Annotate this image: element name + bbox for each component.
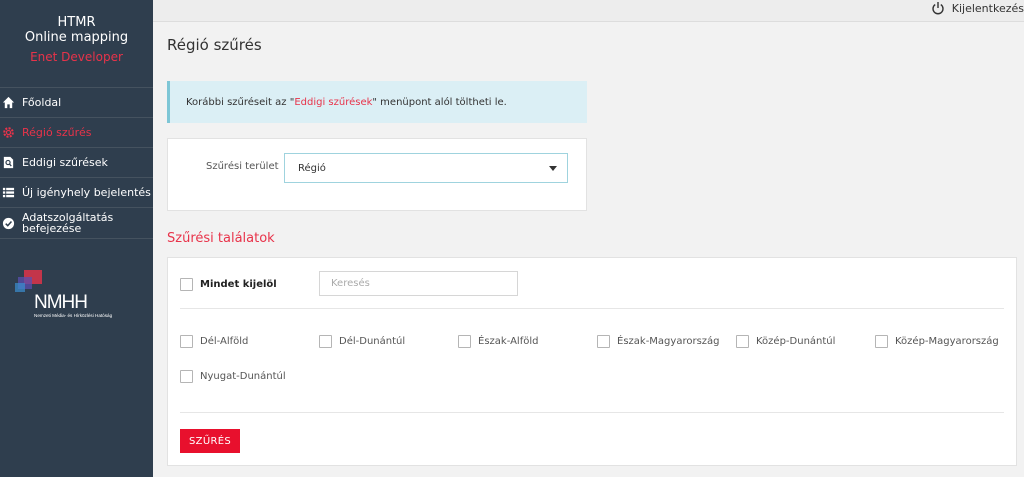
checkbox-box[interactable] xyxy=(180,278,193,291)
logo-text: NMHH xyxy=(34,292,87,313)
filter-area-panel: Szűrési terület Régió xyxy=(167,138,587,211)
page-title: Régió szűrés xyxy=(167,36,262,54)
select-all-label: Mindet kijelöl xyxy=(200,279,277,290)
sidebar-item-label: Adatszolgáltatás befejezése xyxy=(22,211,114,235)
checkbox-box[interactable] xyxy=(875,335,888,348)
region-checkbox-nyugat-dunantul[interactable]: Nyugat-Dunántúl xyxy=(180,370,286,383)
brand-line-1: HTMR xyxy=(57,15,96,30)
brand-line-2: Online mapping xyxy=(24,30,129,45)
region-label: Észak-Magyarország xyxy=(617,336,720,347)
nmhh-logo: NMHH Nemzeti Média- és Hírközlési Hatósá… xyxy=(14,268,134,324)
region-checkbox-kozep-dunantul[interactable]: Közép-Dunántúl xyxy=(736,335,835,348)
filter-area-label: Szűrési terület xyxy=(206,161,279,172)
brand-line-3: Enet Developer xyxy=(30,50,123,64)
sidebar-item-finish-data-submission[interactable]: Adatszolgáltatás befejezése xyxy=(0,208,153,239)
sidebar-item-label: Eddigi szűrések xyxy=(22,156,108,169)
region-checkbox-kozep-magyarorszag[interactable]: Közép-Magyarország xyxy=(875,335,999,348)
checkbox-box[interactable] xyxy=(736,335,749,348)
sidebar-item-label: Régió szűrés xyxy=(22,126,92,139)
divider xyxy=(180,308,1004,309)
checkbox-box[interactable] xyxy=(319,335,332,348)
logout-button[interactable]: Kijelentkezés xyxy=(931,0,1024,16)
logout-label: Kijelentkezés xyxy=(951,1,1024,15)
region-label: Dél-Alföld xyxy=(200,336,249,347)
checkbox-box[interactable] xyxy=(180,370,193,383)
sidebar-item-new-request[interactable]: Új igényhely bejelentés xyxy=(0,178,153,208)
select-all-checkbox[interactable]: Mindet kijelöl xyxy=(180,278,277,291)
region-label: Nyugat-Dunántúl xyxy=(200,371,286,382)
sidebar: HTMR Online mapping Enet Developer Főold… xyxy=(0,0,153,477)
region-checkbox-del-dunantul[interactable]: Dél-Dunántúl xyxy=(319,335,405,348)
checkbox-box[interactable] xyxy=(597,335,610,348)
results-title: Szűrési találatok xyxy=(167,231,275,246)
region-checkbox-eszak-magyarorszag[interactable]: Észak-Magyarország xyxy=(597,335,720,348)
alert-text-before: Korábbi szűréseit az " xyxy=(186,96,295,108)
region-checkbox-eszak-alfold[interactable]: Észak-Alföld xyxy=(458,335,538,348)
sidebar-item-label: Új igényhely bejelentés xyxy=(22,186,151,199)
sidebar-item-region-filter[interactable]: Régió szűrés xyxy=(0,118,153,148)
check-circle-icon xyxy=(1,216,15,230)
region-label: Észak-Alföld xyxy=(478,336,539,347)
search-input[interactable] xyxy=(319,271,518,296)
region-label: Közép-Magyarország xyxy=(895,336,999,347)
top-bar: Kijelentkezés xyxy=(153,0,1024,22)
filter-submit-button[interactable]: SZŰRÉS xyxy=(180,429,240,453)
alert-text-after: " menüpont alól töltheti le. xyxy=(372,96,507,108)
power-icon xyxy=(931,1,945,15)
results-panel: Mindet kijelöl Dél-Alföld Dél-Dunántúl É… xyxy=(167,257,1017,466)
info-alert: Korábbi szűréseit az " Eddigi szűrések " m… xyxy=(167,81,587,123)
sidebar-item-label: Főoldal xyxy=(22,96,62,109)
filter-area-select[interactable]: Régió xyxy=(284,153,568,183)
home-icon xyxy=(1,96,15,110)
region-label: Közép-Dunántúl xyxy=(756,336,836,347)
checkbox-box[interactable] xyxy=(180,335,193,348)
chevron-down-icon xyxy=(549,166,557,171)
divider xyxy=(180,412,1004,413)
sidebar-item-home[interactable]: Főoldal xyxy=(0,88,153,118)
brand: HTMR Online mapping Enet Developer xyxy=(0,0,153,88)
region-label: Dél-Dunántúl xyxy=(339,336,406,347)
logo-subtitle: Nemzeti Média- és Hírközlési Hatóság xyxy=(34,313,113,318)
sidebar-item-previous-filters[interactable]: Eddigi szűrések xyxy=(0,148,153,178)
filter-area-selected-value: Régió xyxy=(298,162,326,174)
alert-link-previous-filters[interactable]: Eddigi szűrések xyxy=(294,97,372,108)
list-icon xyxy=(1,186,15,200)
search-document-icon xyxy=(1,156,15,170)
gear-icon xyxy=(1,126,15,140)
checkbox-box[interactable] xyxy=(458,335,471,348)
region-checkbox-del-alfold[interactable]: Dél-Alföld xyxy=(180,335,248,348)
